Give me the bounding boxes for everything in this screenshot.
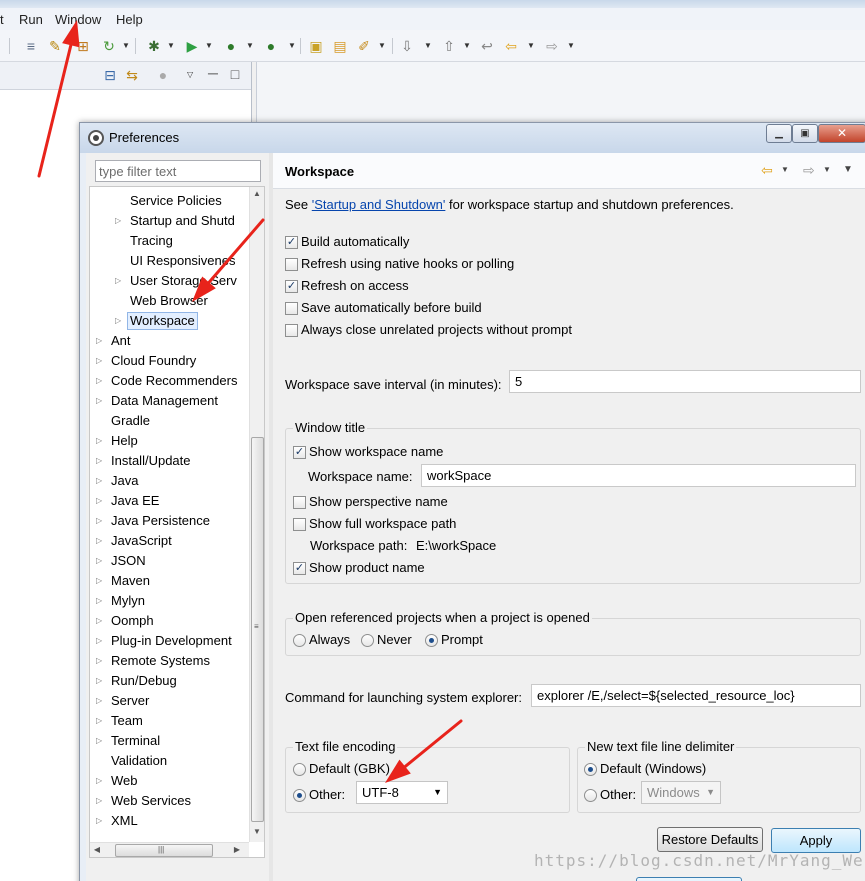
encoding-arrow-shaft bbox=[403, 719, 463, 769]
window-menu-arrow-head bbox=[62, 20, 80, 48]
annotation-arrow-group bbox=[37, 20, 463, 783]
encoding-arrow-head bbox=[385, 759, 411, 783]
annotation-arrows bbox=[37, 20, 463, 783]
watermark: https://blog.csdn.net/MrYang_Wei bbox=[534, 851, 865, 870]
workspace-tree-arrow-shaft bbox=[207, 218, 265, 284]
window-menu-arrow-shaft bbox=[37, 43, 73, 178]
